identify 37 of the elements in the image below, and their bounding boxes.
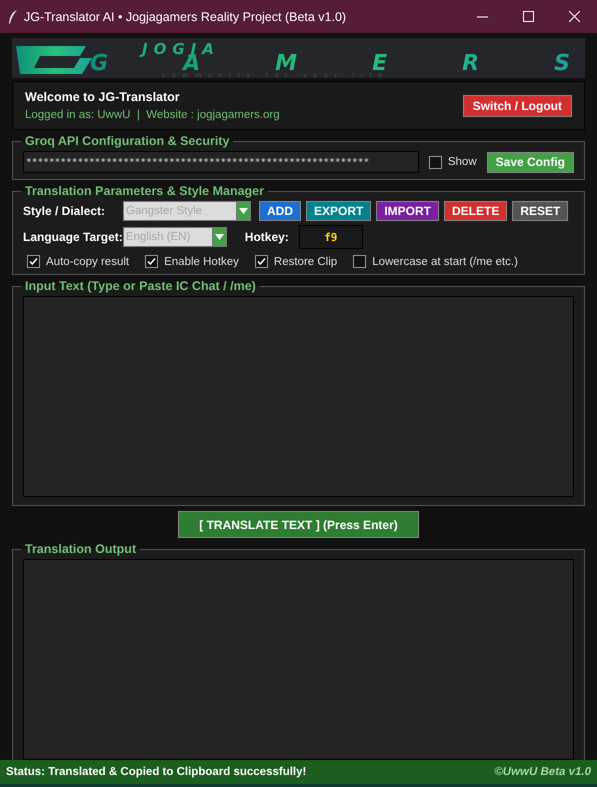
- checkbox[interactable]: [27, 255, 40, 268]
- close-icon: [568, 11, 580, 22]
- language-label: Language Target:: [23, 230, 123, 244]
- style-label: Style / Dialect:: [23, 204, 106, 218]
- group-title: Input Text (Type or Paste IC Chat / /me): [24, 279, 257, 293]
- style-action-button[interactable]: EXPORT: [306, 201, 372, 221]
- checkbox-label: Show: [448, 156, 477, 168]
- group-title: Translation Output: [24, 542, 138, 556]
- hotkey-label: Hotkey:: [244, 230, 289, 244]
- api-key-field[interactable]: ************************************************************: [23, 151, 419, 173]
- hotkey-field[interactable]: f9: [298, 225, 363, 249]
- login-info: Logged in as: UwwU | Website : jogjagamers.org: [25, 109, 281, 121]
- logout-button[interactable]: Switch / Logout: [462, 94, 572, 116]
- feather-icon: [8, 10, 18, 24]
- checkbox[interactable]: [428, 156, 442, 168]
- window-title: JG-Translator AI • Jogjagamers Reality Project (Beta v1.0): [23, 10, 348, 24]
- maximize-icon: [522, 11, 534, 22]
- checkbox-label: Enable Hotkey: [164, 256, 239, 268]
- style-action-button[interactable]: IMPORT: [376, 201, 440, 221]
- dropdown-arrow-icon: [239, 208, 248, 214]
- checkbox[interactable]: [353, 255, 366, 268]
- style-action-button[interactable]: RESET: [512, 201, 568, 221]
- welcome-heading: Welcome to JG-Translator: [25, 90, 181, 104]
- save-config-button[interactable]: Save Config: [486, 152, 574, 172]
- group-title: Groq API Configuration & Security: [24, 134, 230, 148]
- translate-button[interactable]: [ TRANSLATE TEXT ] (Press Enter): [178, 511, 419, 538]
- version-credit: ©UwwU Beta v1.0: [494, 766, 591, 778]
- checkbox-label: Auto-copy result: [46, 256, 130, 268]
- group-title: Translation Parameters & Style Manager: [24, 184, 265, 198]
- checkbox-label: Lowercase at start (/me etc.): [372, 256, 518, 268]
- style-action-button[interactable]: ADD: [259, 201, 301, 221]
- status-message: Status: Translated & Copied to Clipboard successfully!: [6, 766, 306, 778]
- checkbox-label: Restore Clip: [274, 256, 338, 268]
- style-action-button[interactable]: DELETE: [444, 201, 508, 221]
- checkbox[interactable]: [254, 255, 268, 268]
- dropdown-arrow-icon: [214, 234, 224, 240]
- checkbox[interactable]: [145, 255, 158, 268]
